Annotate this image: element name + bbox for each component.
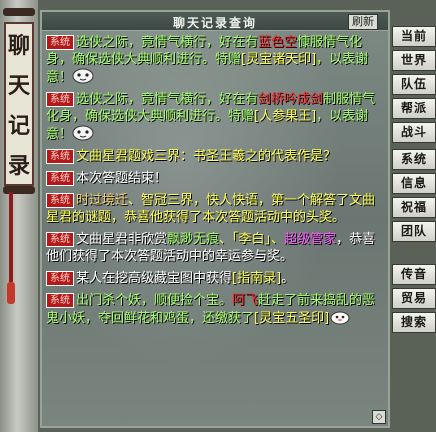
message-text: 。: [281, 271, 295, 286]
banner-char: 记: [7, 113, 30, 139]
message-text: 欣赏: [141, 232, 168, 247]
chat-log-panel: 聊天记录查询 刷新 系统 选侠之际，竟情气横行，好在有蓝色空慷服情气化身，确保选侠…: [40, 10, 390, 428]
banner-char: 天: [7, 73, 30, 99]
message-text[interactable]: [灵宝诸天印]: [241, 52, 316, 67]
message-text[interactable]: 超级管家: [284, 232, 336, 247]
channel-tab[interactable]: 系统: [392, 149, 436, 170]
emoticon-icon: [329, 309, 351, 325]
message-text: 文曲星君非: [76, 232, 142, 247]
system-channel-tag: 系统: [46, 171, 74, 186]
chat-message: 系统 本次答题结束！: [46, 170, 382, 187]
chat-message: 系统 时过境迁、智冠三界，快人快语，第一个解答了文曲星君的谜题，恭喜他获得了本次答…: [46, 192, 382, 226]
system-channel-tag: 系统: [46, 193, 74, 208]
scroll-rod-top: [3, 8, 35, 16]
channel-tab[interactable]: 贸易: [392, 288, 436, 309]
system-channel-tag: 系统: [46, 271, 74, 286]
chat-message: 系统 某人在挖高级藏宝图中获得[指南录]。: [46, 270, 382, 287]
chat-log-scroll-banner: 聊 天 记 录: [0, 0, 38, 432]
message-text[interactable]: [灵宝五圣印]: [254, 311, 329, 326]
system-channel-tag: 系统: [46, 232, 74, 247]
channel-tab[interactable]: 世界: [392, 50, 436, 71]
channel-sidebar: 当前世界队伍帮派战斗系统信息祝福团队传音贸易搜索: [392, 26, 436, 336]
tassel-cord: [9, 192, 13, 282]
emoticon-icon: [72, 68, 94, 84]
system-channel-tag: 系统: [46, 92, 74, 107]
channel-tab[interactable]: 信息: [392, 173, 436, 194]
emoticon-icon: [72, 125, 94, 141]
banner-title: 聊 天 记 录: [4, 22, 34, 186]
channel-tab[interactable]: 传音: [392, 264, 436, 285]
title-bar[interactable]: 聊天记录查询 刷新: [42, 12, 388, 31]
message-text: 飘渺无痕: [167, 232, 220, 247]
message-text[interactable]: 文曲星君题戏三界：书圣王羲之的代表作是？: [76, 149, 336, 164]
chat-message: 系统 文曲星君非欣赏飘渺无痕、「李白」、超级管家，恭喜他们获得了本次答题活动中的幸…: [46, 231, 382, 265]
window-title: 聊天记录查询: [172, 16, 257, 30]
message-text[interactable]: 蓝色空: [258, 35, 297, 50]
channel-tab[interactable]: 搜索: [392, 312, 436, 333]
chat-message-list[interactable]: 系统 选侠之际，竟情气横行，好在有蓝色空慷服情气化身，确保选侠大典顺利进行。特赠[…: [46, 34, 382, 414]
banner-char: 录: [7, 153, 30, 179]
scroll-rod-bottom: [3, 186, 35, 194]
message-text: 时过境迁: [76, 193, 129, 208]
message-text[interactable]: [人参果王]: [254, 109, 316, 124]
message-text: 某人在挖高级藏宝图中获得: [76, 271, 233, 286]
channel-tab[interactable]: 队伍: [392, 74, 436, 95]
tassel-tip: [7, 282, 15, 304]
chat-message: 系统 出门杀个妖，顺便捡个宝。阿飞赶走了前来捣乱的恶鬼小妖，夺回鲜花和鸡蛋，还缴获…: [46, 292, 382, 327]
channel-tab[interactable]: 祝福: [392, 197, 436, 218]
banner-char: 聊: [7, 33, 30, 59]
system-channel-tag: 系统: [46, 293, 74, 308]
message-text[interactable]: 、「李白」、: [219, 232, 284, 247]
chat-message: 系统 选侠之际，竟情气横行，好在有剑桥吟成剑制服情气化身，确保选侠大典顺利进行。特…: [46, 91, 382, 143]
refresh-button[interactable]: 刷新: [348, 14, 378, 30]
message-text: 选侠之际，竟情气横行，好在有: [76, 35, 259, 50]
channel-tab[interactable]: 战斗: [392, 122, 436, 143]
chat-message: 系统 文曲星君题戏三界：书圣王羲之的代表作是？: [46, 148, 382, 165]
message-text[interactable]: [指南录]: [232, 271, 281, 286]
resize-handle-icon[interactable]: ◇: [372, 410, 386, 424]
message-text: 选侠之际，竟情气横行，好在有: [76, 92, 259, 107]
system-channel-tag: 系统: [46, 35, 74, 50]
channel-tab[interactable]: 帮派: [392, 98, 436, 119]
message-text: 本次答题结束！: [76, 171, 168, 186]
channel-tab[interactable]: 当前: [392, 26, 436, 47]
channel-tab[interactable]: 团队: [392, 221, 436, 242]
message-text[interactable]: 阿飞: [232, 293, 258, 308]
message-text: 出门杀个妖，顺便捡个宝。: [76, 293, 233, 308]
chat-message: 系统 选侠之际，竟情气横行，好在有蓝色空慷服情气化身，确保选侠大典顺利进行。特赠[…: [46, 34, 382, 86]
system-channel-tag: 系统: [46, 149, 74, 164]
message-text[interactable]: 剑桥吟成剑: [258, 92, 323, 107]
